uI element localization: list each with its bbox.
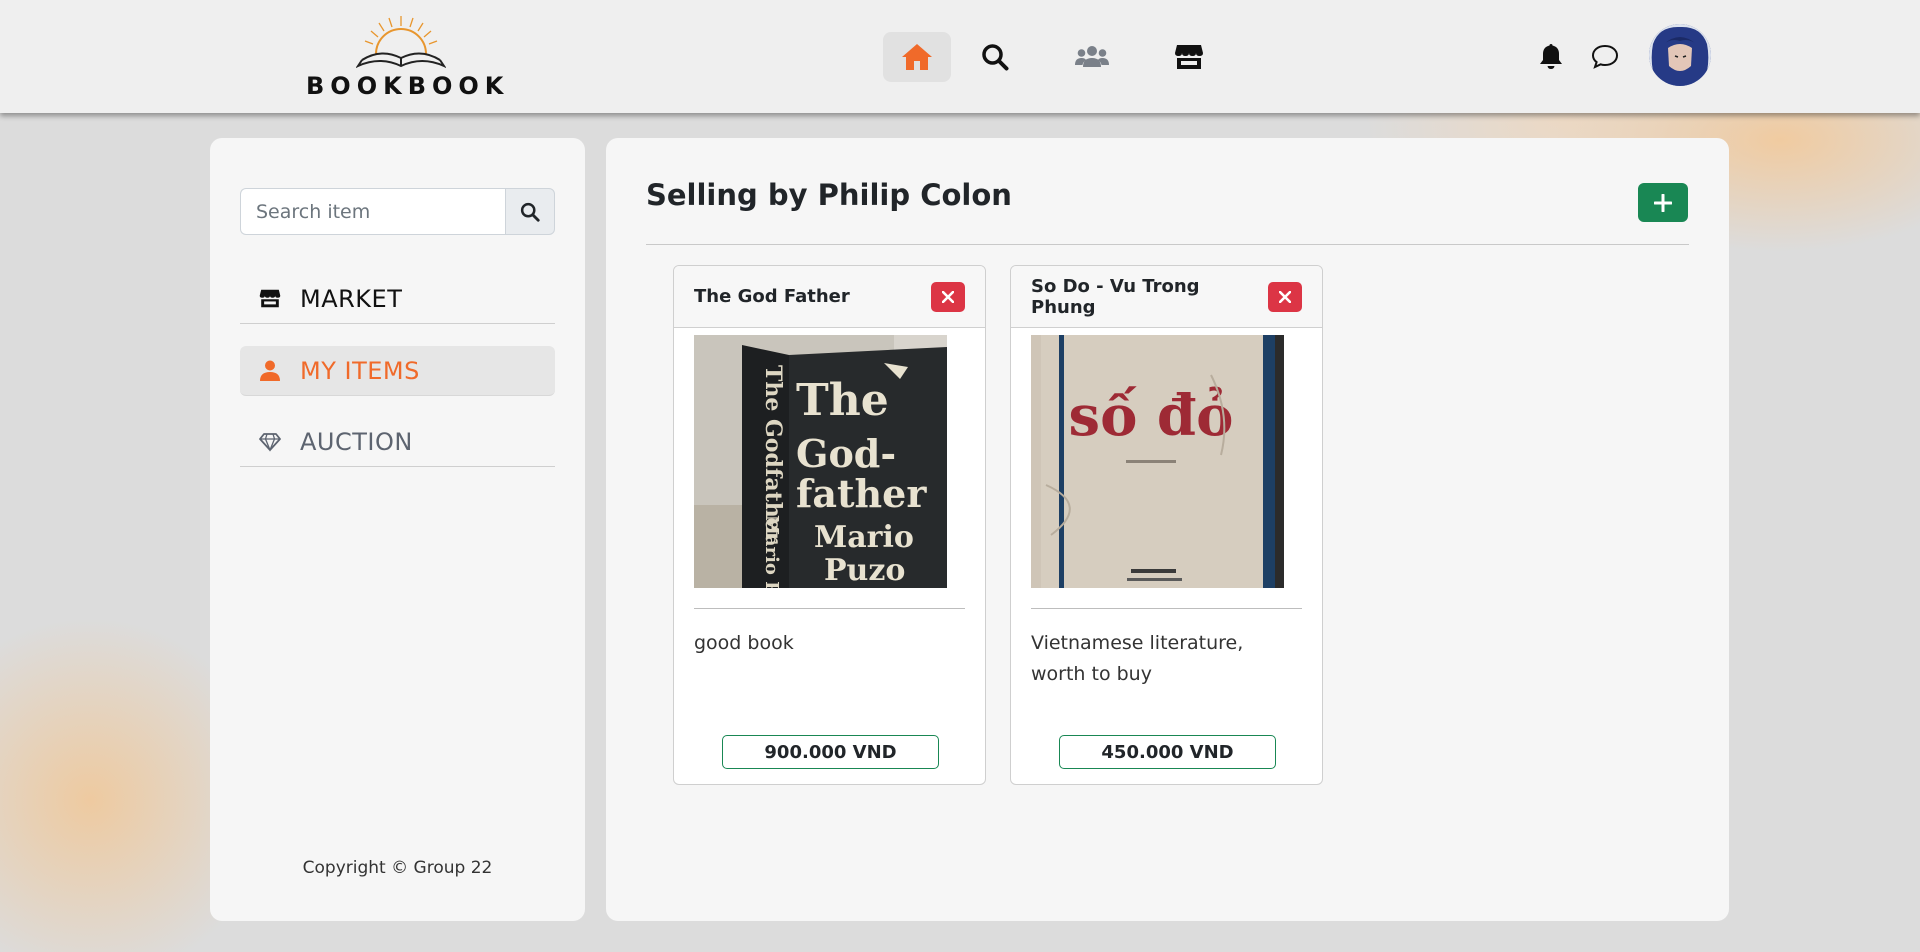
price-badge: 900.000 VND [722, 735, 939, 769]
store-icon [240, 288, 300, 309]
divider [694, 608, 965, 609]
delete-item-button[interactable] [1268, 281, 1302, 312]
sidebar-item-label: AUCTION [300, 427, 413, 456]
sidebar-item-label: MY ITEMS [300, 356, 420, 385]
my-items-panel: Selling by Philip Colon The God Father T… [606, 138, 1729, 921]
book-cover-image: số đỏ [1031, 335, 1284, 588]
bookbook-logo[interactable]: BOOKBOOK [306, 14, 510, 100]
item-description: Vietnamese literature, worth to buy [1031, 632, 1244, 685]
close-icon [1279, 290, 1292, 303]
item-description: good book [694, 632, 794, 654]
copyright-text: Copyright © Group 22 [302, 858, 493, 878]
card-title: The God Father [694, 286, 850, 307]
svg-text:The: The [796, 375, 889, 426]
divider [1031, 608, 1302, 609]
notifications-button[interactable] [1536, 41, 1566, 71]
search-input[interactable] [240, 188, 505, 235]
item-card[interactable]: So Do - Vu Trong Phung số đỏ Vietnamese … [1010, 265, 1323, 785]
book-cover-image: The God- father Mario Puzo The Godfather… [694, 335, 947, 588]
item-card[interactable]: The God Father The God- father Mario Puz… [673, 265, 986, 785]
messages-button[interactable] [1590, 41, 1620, 71]
card-header: So Do - Vu Trong Phung [1011, 266, 1322, 328]
nav-search-button[interactable] [961, 32, 1029, 82]
close-icon [942, 290, 954, 303]
store-icon [1175, 45, 1203, 69]
nav-community-button[interactable] [1058, 32, 1126, 82]
sidebar-item-auction[interactable]: AUCTION [240, 417, 555, 467]
search-icon [520, 202, 540, 222]
sidebar-item-my-items[interactable]: MY ITEMS [240, 346, 555, 396]
brand-name: BOOKBOOK [306, 72, 510, 100]
nav-home-button[interactable] [883, 32, 951, 82]
search-button[interactable] [505, 188, 555, 235]
svg-text:Mario: Mario [814, 520, 914, 555]
sidebar-item-market[interactable]: MARKET [240, 274, 555, 324]
price-badge: 450.000 VND [1059, 735, 1276, 769]
sidebar: MARKET MY ITEMS AUCTION Copyright © Grou… [210, 138, 585, 921]
avatar-image [1649, 24, 1711, 86]
sidebar-item-label: MARKET [300, 284, 403, 313]
top-navbar: BOOKBOOK [0, 0, 1920, 113]
gem-icon [240, 432, 300, 452]
add-item-button[interactable] [1638, 183, 1688, 222]
search-icon [982, 44, 1009, 71]
svg-text:father: father [796, 471, 927, 516]
home-icon [902, 44, 932, 70]
card-header: The God Father [674, 266, 985, 328]
card-title: So Do - Vu Trong Phung [1031, 275, 1200, 318]
svg-text:God-: God- [796, 431, 896, 476]
delete-item-button[interactable] [931, 281, 965, 312]
chat-icon [1591, 44, 1619, 69]
avatar[interactable] [1649, 24, 1711, 86]
cover-title-text: số đỏ [1069, 383, 1234, 449]
user-icon [240, 360, 300, 381]
plus-icon [1654, 193, 1672, 212]
bell-icon [1540, 44, 1562, 69]
sunrise-book-icon [356, 16, 446, 69]
page-title: Selling by Philip Colon [646, 178, 1012, 212]
svg-text:Mario Puzo: Mario Puzo [761, 515, 782, 588]
nav-market-button[interactable] [1155, 32, 1223, 82]
users-icon [1075, 46, 1109, 67]
svg-text:Puzo: Puzo [824, 553, 905, 588]
divider [646, 244, 1689, 245]
item-search [240, 188, 555, 235]
